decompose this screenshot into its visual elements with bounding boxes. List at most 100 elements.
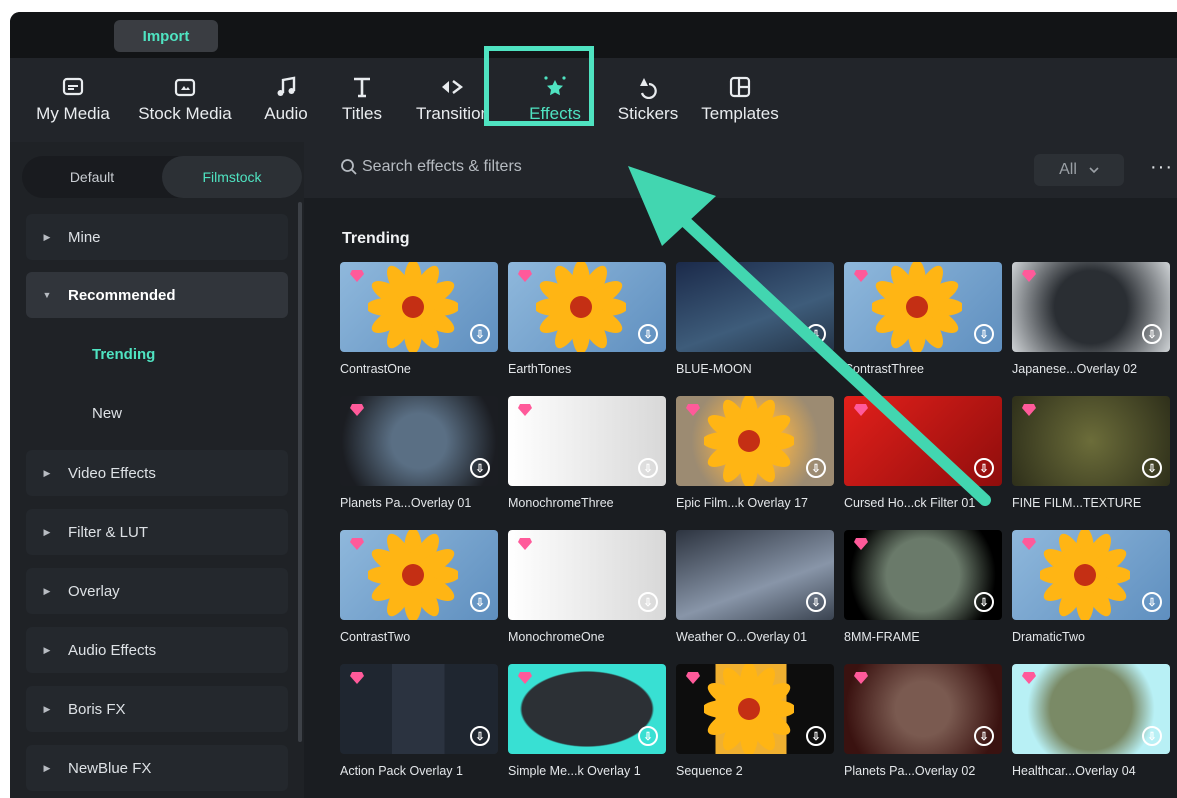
effect-thumbnail[interactable]: ⇩ — [340, 262, 498, 352]
chevron-right-icon: ▶ — [43, 231, 51, 242]
effect-thumbnail[interactable]: ⇩ — [508, 262, 666, 352]
effect-name: MonochromeOne — [508, 630, 605, 644]
download-icon[interactable]: ⇩ — [638, 324, 658, 344]
tab-stickers[interactable]: Stickers — [608, 72, 688, 132]
premium-gem-icon — [686, 404, 700, 416]
effect-thumbnail[interactable]: ⇩ — [844, 396, 1002, 486]
download-icon[interactable]: ⇩ — [638, 458, 658, 478]
import-button[interactable]: Import — [114, 20, 218, 52]
effect-name: FINE FILM...TEXTURE — [1012, 496, 1142, 510]
effect-name: Sequence 2 — [676, 764, 743, 778]
effects-browser: Search effects & filters All ··· Trendin… — [304, 142, 1177, 798]
effect-thumbnail[interactable]: ⇩ — [1012, 530, 1170, 620]
effect-thumbnail[interactable]: ⇩ — [340, 396, 498, 486]
effect-thumbnail[interactable]: ⇩ — [676, 664, 834, 754]
download-icon[interactable]: ⇩ — [806, 726, 826, 746]
effect-thumbnail[interactable]: ⇩ — [508, 396, 666, 486]
effect-name: Japanese...Overlay 02 — [1012, 362, 1138, 376]
premium-gem-icon — [350, 404, 364, 416]
titles-icon — [350, 72, 374, 102]
download-icon[interactable]: ⇩ — [1142, 458, 1162, 478]
sidebar-item-mine[interactable]: ▶ Mine — [26, 214, 288, 260]
premium-gem-icon — [518, 672, 532, 684]
premium-gem-icon — [854, 538, 868, 550]
effect-thumbnail[interactable]: ⇩ — [1012, 664, 1170, 754]
sidebar-item-label: Recommended — [68, 286, 176, 304]
effect-thumbnail[interactable]: ⇩ — [844, 664, 1002, 754]
effect-thumbnail[interactable]: ⇩ — [844, 262, 1002, 352]
premium-gem-icon — [518, 538, 532, 550]
tab-label: Transition — [415, 104, 490, 123]
download-icon[interactable]: ⇩ — [1142, 324, 1162, 344]
download-icon[interactable]: ⇩ — [806, 324, 826, 344]
flower-image — [1040, 530, 1130, 620]
section-title: Trending — [342, 230, 410, 247]
flower-image — [704, 396, 794, 486]
search-bar: Search effects & filters All ··· — [304, 142, 1177, 198]
chevron-right-icon: ▶ — [43, 703, 51, 714]
sidebar-item-new[interactable]: New — [92, 405, 122, 422]
search-input[interactable]: Search effects & filters — [340, 158, 522, 176]
chevron-right-icon: ▶ — [43, 644, 51, 655]
effect-name: DramaticTwo — [1012, 630, 1085, 644]
tab-label: Stickers — [617, 104, 679, 123]
effect-thumbnail[interactable]: ⇩ — [676, 530, 834, 620]
sidebar-item-overlay[interactable]: ▶ Overlay — [26, 568, 288, 614]
tab-stock-media[interactable]: Stock Media — [130, 72, 240, 132]
chevron-down-icon — [1089, 167, 1099, 174]
download-icon[interactable]: ⇩ — [1142, 726, 1162, 746]
premium-gem-icon — [350, 538, 364, 550]
premium-gem-icon — [854, 270, 868, 282]
more-options-button[interactable]: ··· — [1150, 156, 1173, 179]
sidebar-item-trending[interactable]: Trending — [92, 346, 155, 363]
sidebar-item-video-effects[interactable]: ▶ Video Effects — [26, 450, 288, 496]
sidebar-item-label: Video Effects — [68, 464, 156, 482]
tab-my-media[interactable]: My Media — [28, 72, 118, 132]
download-icon[interactable]: ⇩ — [638, 592, 658, 612]
effect-name: ContrastTwo — [340, 630, 411, 644]
download-icon[interactable]: ⇩ — [974, 726, 994, 746]
tab-filmstock[interactable]: Filmstock — [162, 156, 302, 198]
chevron-right-icon: ▶ — [43, 762, 51, 773]
effect-thumbnail[interactable]: ⇩ — [340, 530, 498, 620]
download-icon[interactable]: ⇩ — [806, 458, 826, 478]
tab-default[interactable]: Default — [22, 156, 162, 198]
download-icon[interactable]: ⇩ — [974, 324, 994, 344]
sidebar-scrollbar[interactable] — [298, 202, 302, 742]
effect-thumbnail[interactable]: ⇩ — [508, 664, 666, 754]
premium-gem-icon — [854, 404, 868, 416]
effect-thumbnail[interactable]: ⇩ — [676, 396, 834, 486]
download-icon[interactable]: ⇩ — [470, 458, 490, 478]
effect-thumbnail[interactable]: ⇩ — [1012, 396, 1170, 486]
sidebar-item-newblue-fx[interactable]: ▶ NewBlue FX — [26, 745, 288, 791]
download-icon[interactable]: ⇩ — [974, 458, 994, 478]
chevron-right-icon: ▶ — [43, 585, 51, 596]
premium-gem-icon — [518, 270, 532, 282]
tab-titles[interactable]: Titles — [332, 72, 392, 132]
download-icon[interactable]: ⇩ — [470, 324, 490, 344]
effect-name: Weather O...Overlay 01 — [676, 630, 808, 644]
effect-thumbnail[interactable]: ⇩ — [676, 262, 834, 352]
effect-thumbnail[interactable]: ⇩ — [844, 530, 1002, 620]
filter-value: All — [1059, 161, 1077, 178]
effect-thumbnail[interactable]: ⇩ — [508, 530, 666, 620]
download-icon[interactable]: ⇩ — [806, 592, 826, 612]
premium-gem-icon — [1022, 672, 1036, 684]
tab-audio[interactable]: Audio — [256, 72, 316, 132]
download-icon[interactable]: ⇩ — [470, 726, 490, 746]
filter-dropdown[interactable]: All — [1034, 154, 1124, 186]
download-icon[interactable]: ⇩ — [638, 726, 658, 746]
sidebar-item-label: Boris FX — [68, 700, 126, 718]
tab-templates[interactable]: Templates — [692, 72, 788, 132]
sidebar-item-audio-effects[interactable]: ▶ Audio Effects — [26, 627, 288, 673]
sidebar-item-boris-fx[interactable]: ▶ Boris FX — [26, 686, 288, 732]
tab-label: Audio — [264, 104, 308, 123]
download-icon[interactable]: ⇩ — [470, 592, 490, 612]
sidebar-item-recommended[interactable]: ▼ Recommended — [26, 272, 288, 318]
effect-thumbnail[interactable]: ⇩ — [340, 664, 498, 754]
download-icon[interactable]: ⇩ — [974, 592, 994, 612]
effect-thumbnail[interactable]: ⇩ — [1012, 262, 1170, 352]
download-icon[interactable]: ⇩ — [1142, 592, 1162, 612]
sidebar-item-filter-lut[interactable]: ▶ Filter & LUT — [26, 509, 288, 555]
app-window: Import My Media Stock Media Audio Titles — [10, 12, 1177, 798]
